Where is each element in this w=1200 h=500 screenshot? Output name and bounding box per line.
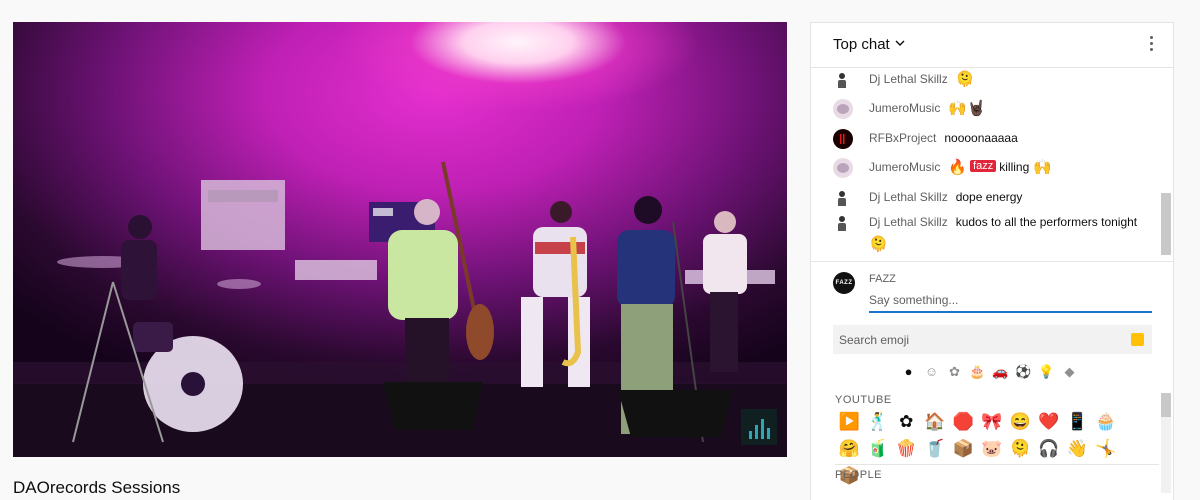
avatar[interactable] xyxy=(833,129,853,149)
emoji-option[interactable]: ❤️ xyxy=(1035,408,1064,435)
emoji-scrollbar[interactable] xyxy=(1161,393,1171,417)
recent-category-icon[interactable]: ● xyxy=(901,364,916,379)
objects-category-icon[interactable]: 💡 xyxy=(1038,364,1054,379)
message-author[interactable]: Dj Lethal Skillz xyxy=(869,190,948,204)
fazz-emote-badge: fazz xyxy=(970,160,997,172)
chat-message: Dj Lethal Skillz 🫠 xyxy=(833,70,975,90)
activities-category-icon[interactable]: ⚽ xyxy=(1015,364,1031,379)
channel-watermark[interactable] xyxy=(741,409,777,445)
user-name: FAZZ xyxy=(869,273,896,285)
message-emoji: 🫠 xyxy=(955,71,975,88)
emoji-option[interactable]: ✿ xyxy=(892,408,921,435)
emoji-option[interactable]: ▶️ xyxy=(835,408,864,435)
message-text: noooonaaaaa xyxy=(944,131,1018,145)
emoji-option[interactable]: 🤗 xyxy=(835,435,864,462)
chat-message: Dj Lethal Skillz kudos to all the perfor… xyxy=(833,213,1143,253)
emoji-option[interactable]: 🏠 xyxy=(921,408,950,435)
section-divider xyxy=(835,464,1159,465)
emoji-option[interactable]: 🫠 xyxy=(1006,435,1035,462)
message-emoji: 🤘🏿 xyxy=(967,100,986,117)
emoji-option[interactable]: 🥤 xyxy=(921,435,950,462)
chat-header: Top chat xyxy=(811,23,1173,68)
avatar[interactable] xyxy=(833,158,853,178)
chat-message: JumeroMusic 🔥 fazz killing 🙌 xyxy=(833,158,1052,178)
message-text: dope energy xyxy=(955,190,1023,204)
message-author[interactable]: Dj Lethal Skillz xyxy=(869,215,948,229)
emoji-option[interactable]: 🧁 xyxy=(1092,408,1121,435)
avatar[interactable] xyxy=(833,213,853,233)
emoji-section-label: YOUTUBE xyxy=(835,394,892,406)
emoji-option[interactable]: 😄 xyxy=(1006,408,1035,435)
message-author[interactable]: JumeroMusic xyxy=(869,101,940,115)
chat-message: RFBxProject noooonaaaaa xyxy=(833,129,1018,149)
more-options-icon[interactable] xyxy=(1150,36,1154,51)
emoji-search-field[interactable]: Search emoji xyxy=(833,325,1152,354)
chat-mode-selector-label[interactable]: Top chat xyxy=(833,36,890,53)
video-title: DAOrecords Sessions xyxy=(13,478,181,497)
emoji-option[interactable]: 🎀 xyxy=(978,408,1007,435)
message-emoji: 🔥 xyxy=(948,159,968,176)
chat-compose-area: FAZZ FAZZ Search emoji ● ☺ ✿ 🎂 🚗 ⚽ 💡 ◆ Y… xyxy=(811,261,1173,500)
message-emoji: 🫠 xyxy=(869,236,888,253)
chat-scrollbar[interactable] xyxy=(1161,193,1171,255)
live-chat-panel: Top chat Dj Lethal Skillz 🫠 JumeroMusic … xyxy=(810,22,1174,500)
chat-message: Dj Lethal Skillz dope energy xyxy=(833,188,1023,208)
chat-message-input[interactable] xyxy=(869,289,1152,313)
emoji-option[interactable]: 🧃 xyxy=(864,435,893,462)
emoji-option[interactable]: 🐷 xyxy=(978,435,1007,462)
video-player[interactable] xyxy=(13,22,787,457)
message-author[interactable]: JumeroMusic xyxy=(869,160,940,174)
message-author[interactable]: Dj Lethal Skillz xyxy=(869,72,948,86)
travel-category-icon[interactable]: 🚗 xyxy=(992,364,1008,379)
emoji-section-label: PEOPLE xyxy=(835,469,883,481)
emoji-option[interactable]: 📱 xyxy=(1063,408,1092,435)
chat-message-list: Dj Lethal Skillz 🫠 JumeroMusic 🙌 🤘🏿 RFBx… xyxy=(811,68,1161,261)
user-avatar: FAZZ xyxy=(833,272,855,294)
emoji-option[interactable]: 🕺 xyxy=(864,408,893,435)
emoji-option[interactable]: 🛑 xyxy=(949,408,978,435)
message-author[interactable]: RFBxProject xyxy=(869,131,936,145)
emoji-skin-tone-icon[interactable] xyxy=(1131,333,1144,346)
chevron-down-icon[interactable] xyxy=(894,37,906,49)
smileys-category-icon[interactable]: ☺ xyxy=(924,364,939,379)
symbols-category-icon[interactable]: ◆ xyxy=(1062,364,1077,379)
food-category-icon[interactable]: 🎂 xyxy=(969,364,985,379)
message-text: killing xyxy=(999,160,1030,174)
emoji-option[interactable]: 👋 xyxy=(1063,435,1092,462)
avatar[interactable] xyxy=(833,99,853,119)
message-text: kudos to all the performers tonight xyxy=(955,215,1138,229)
emoji-search-label: Search emoji xyxy=(839,333,910,347)
emoji-option[interactable]: 🍿 xyxy=(892,435,921,462)
avatar[interactable] xyxy=(833,188,853,208)
message-emoji: 🙌 xyxy=(948,100,968,117)
chat-message: JumeroMusic 🙌 🤘🏿 xyxy=(833,99,986,119)
avatar[interactable] xyxy=(833,70,853,90)
emoji-category-bar: ● ☺ ✿ 🎂 🚗 ⚽ 💡 ◆ xyxy=(901,364,1077,380)
emoji-option[interactable]: 🎧 xyxy=(1035,435,1064,462)
emoji-option[interactable]: 📦 xyxy=(949,435,978,462)
message-emoji: 🙌 xyxy=(1033,159,1052,176)
stage-scene xyxy=(13,161,787,457)
nature-category-icon[interactable]: ✿ xyxy=(947,364,962,379)
emoji-option[interactable]: 🤸 xyxy=(1092,435,1121,462)
